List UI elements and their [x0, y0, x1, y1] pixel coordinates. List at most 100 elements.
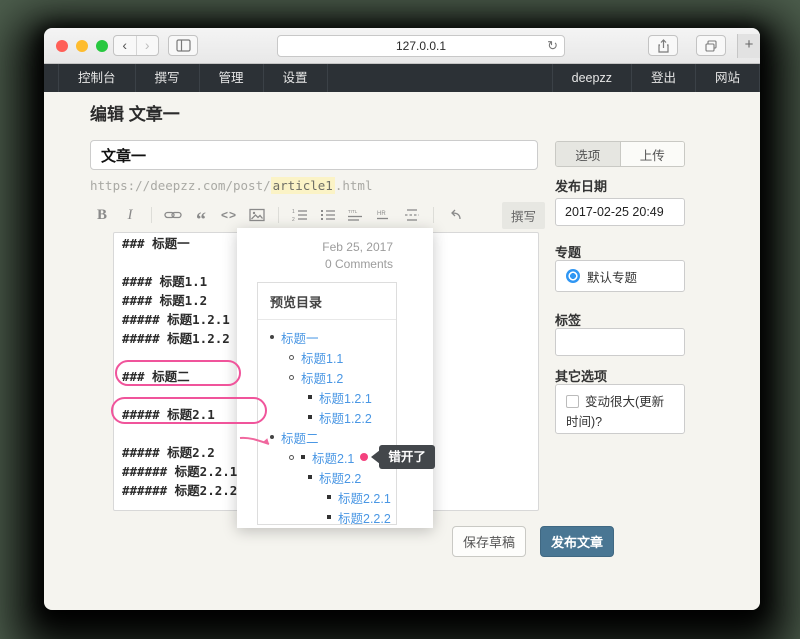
- toc-link[interactable]: 标题1.2.2: [319, 408, 372, 427]
- bold-icon[interactable]: B: [90, 204, 114, 226]
- toc-title: 预览目录: [258, 283, 396, 320]
- svg-text:2: 2: [292, 217, 295, 222]
- annotation-dot: [360, 453, 368, 461]
- major-change-option: 变动很大(更新时间)?: [555, 384, 685, 434]
- code-icon[interactable]: <>: [217, 204, 241, 226]
- nav-item-2[interactable]: 管理: [200, 64, 264, 92]
- post-title-input[interactable]: [90, 140, 538, 170]
- sidebar-icon: [176, 39, 191, 52]
- image-icon[interactable]: [245, 204, 269, 226]
- circle-bullet-icon: [289, 455, 294, 460]
- nav-user-item-1[interactable]: 登出: [632, 64, 696, 92]
- disc-bullet-icon: [270, 335, 274, 339]
- link-icon[interactable]: [161, 204, 185, 226]
- nav-item-1[interactable]: 撰写: [136, 64, 200, 92]
- nav-user-item-0[interactable]: deepzz: [552, 64, 632, 92]
- navbar-right: deepzz登出网站: [552, 64, 760, 92]
- toc-link[interactable]: 标题1.1: [301, 348, 343, 367]
- url-prefix: https://deepzz.com/post/: [90, 178, 271, 193]
- heading-icon[interactable]: TITL: [344, 204, 368, 226]
- minimize-window-button[interactable]: [76, 40, 88, 52]
- horizontal-rule-icon[interactable]: HR: [372, 204, 396, 226]
- zoom-window-button[interactable]: [96, 40, 108, 52]
- toc-item: 标题2.1错开了: [270, 447, 396, 467]
- app-navbar: 控制台撰写管理设置 deepzz登出网站: [44, 64, 760, 92]
- url-suffix: .html: [335, 178, 373, 193]
- sidebar-toggle-button[interactable]: [168, 35, 198, 56]
- toc-link[interactable]: 标题2.2.2: [338, 508, 391, 527]
- svg-text:1: 1: [292, 209, 295, 215]
- browser-chrome: ‹ › 127.0.0.1 ↻ +: [44, 28, 760, 64]
- topic-radio-selected[interactable]: [566, 269, 580, 283]
- page-break-icon[interactable]: [400, 204, 424, 226]
- undo-icon[interactable]: [443, 204, 467, 226]
- toc-item: 标题一: [270, 327, 396, 347]
- post-url: https://deepzz.com/post/article1.html: [90, 178, 372, 193]
- toc-link[interactable]: 标题一: [281, 328, 319, 347]
- share-button[interactable]: [648, 35, 678, 56]
- annotation-tooltip: 错开了: [379, 445, 435, 469]
- back-button[interactable]: ‹: [114, 36, 136, 55]
- square-bullet-icon: [308, 395, 312, 399]
- major-change-checkbox[interactable]: [566, 395, 579, 408]
- post-date: Feb 25, 2017: [237, 228, 433, 256]
- publish-date-label: 发布日期: [555, 176, 607, 195]
- italic-icon[interactable]: I: [118, 204, 142, 226]
- blockquote-icon[interactable]: “: [189, 204, 213, 226]
- nav-item-0[interactable]: 控制台: [58, 64, 136, 92]
- save-draft-button[interactable]: 保存草稿: [452, 526, 526, 557]
- traffic-lights: [56, 40, 108, 52]
- page-content: 编辑 文章一 https://deepzz.com/post/article1.…: [44, 92, 760, 610]
- tab-options[interactable]: 选项: [556, 142, 621, 166]
- square-bullet-icon: [327, 495, 331, 499]
- tab-upload[interactable]: 上传: [621, 142, 685, 166]
- toc-item: 标题2.2.1: [270, 487, 396, 507]
- page-title: 编辑 文章一: [90, 100, 180, 125]
- new-tab-button[interactable]: +: [737, 34, 760, 58]
- tags-input[interactable]: [555, 328, 685, 356]
- reload-icon[interactable]: ↻: [547, 38, 558, 54]
- close-window-button[interactable]: [56, 40, 68, 52]
- url-text: 127.0.0.1: [396, 39, 446, 53]
- nav-item-3[interactable]: 设置: [264, 64, 328, 92]
- tab-overview-button[interactable]: [696, 35, 726, 56]
- annotation-circle-heading2: [115, 360, 241, 386]
- toc-link[interactable]: 标题二: [281, 428, 319, 447]
- ordered-list-icon[interactable]: 12: [288, 204, 312, 226]
- unordered-list-icon[interactable]: [316, 204, 340, 226]
- toc-link[interactable]: 标题2.2.1: [338, 488, 391, 507]
- topic-option-box: 默认专题: [555, 260, 685, 292]
- toolbar-separator: [433, 207, 434, 223]
- nav-user-item-2[interactable]: 网站: [696, 64, 760, 92]
- browser-window: ‹ › 127.0.0.1 ↻ +: [44, 28, 760, 610]
- address-bar[interactable]: 127.0.0.1 ↻: [277, 35, 565, 57]
- publish-date-input[interactable]: [555, 198, 685, 226]
- square-bullet-icon: [301, 455, 305, 459]
- topic-option-label: 默认专题: [587, 267, 637, 286]
- toc-link[interactable]: 标题2.2: [319, 468, 361, 487]
- toc-link[interactable]: 标题1.2: [301, 368, 343, 387]
- navbar-left: 控制台撰写管理设置: [44, 64, 328, 92]
- annotation-arrow: [238, 434, 278, 452]
- write-tab[interactable]: 撰写: [502, 202, 545, 229]
- url-slug: article1: [271, 177, 335, 194]
- square-bullet-icon: [308, 415, 312, 419]
- toolbar-separator: [151, 207, 152, 223]
- toc-list: 标题一标题1.1标题1.2标题1.2.1标题1.2.2标题二标题2.1错开了标题…: [258, 320, 396, 527]
- toc-link[interactable]: 标题2.1: [312, 448, 354, 467]
- toc-item: 标题1.2: [270, 367, 396, 387]
- publish-button[interactable]: 发布文章: [540, 526, 614, 557]
- toc-item: 标题二: [270, 427, 396, 447]
- toc-item: 标题2.2: [270, 467, 396, 487]
- history-nav: ‹ ›: [113, 35, 159, 56]
- toc-link[interactable]: 标题1.2.1: [319, 388, 372, 407]
- svg-text:TITL: TITL: [348, 209, 358, 214]
- preview-popup: Feb 25, 2017 0 Comments 预览目录 标题一标题1.1标题1…: [237, 228, 433, 528]
- topic-label: 专题: [555, 242, 581, 261]
- toolbar-separator: [278, 207, 279, 223]
- forward-button[interactable]: ›: [136, 36, 159, 55]
- toc-item: 标题1.2.2: [270, 407, 396, 427]
- tags-label: 标签: [555, 310, 581, 329]
- toc-item: 标题1.2.1: [270, 387, 396, 407]
- annotation-circle-heading2-1: [111, 397, 267, 424]
